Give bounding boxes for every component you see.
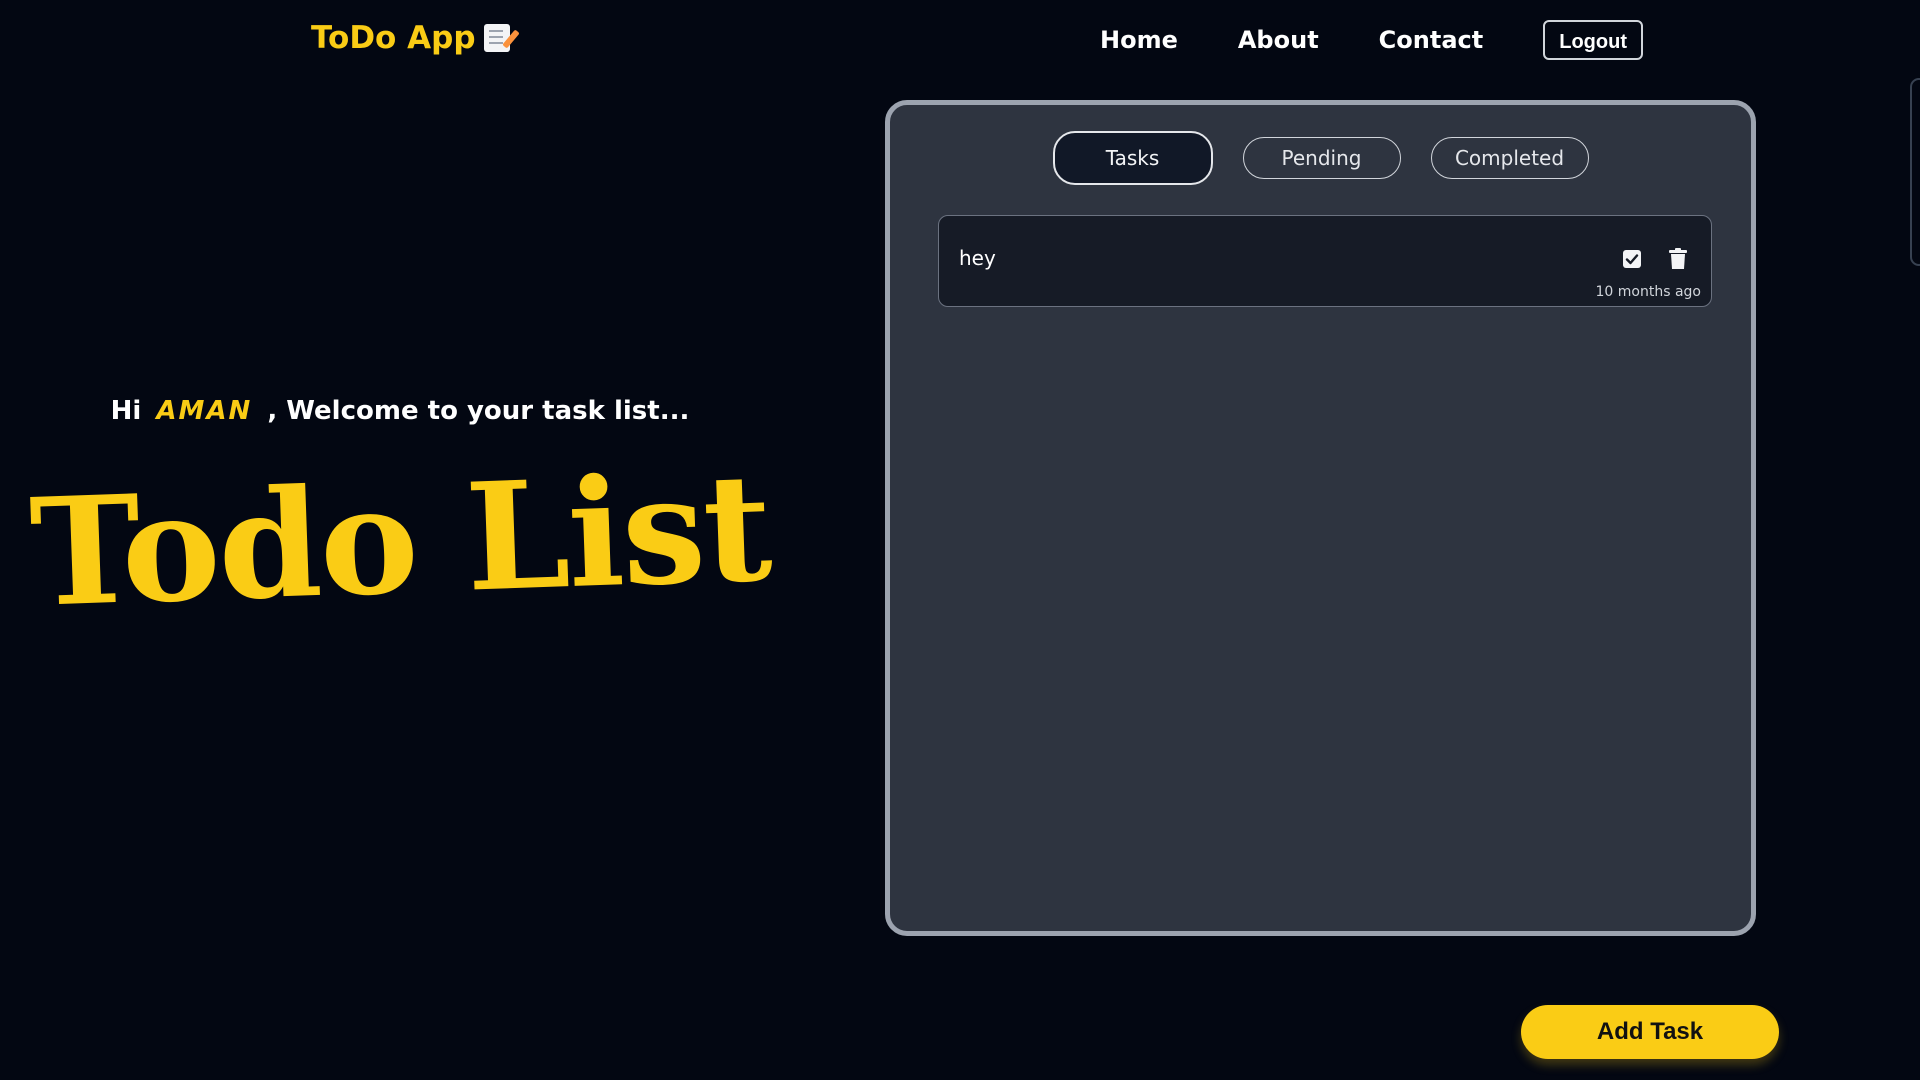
- task-actions: [1621, 248, 1689, 270]
- checkbox-icon[interactable]: [1621, 248, 1643, 270]
- trash-icon[interactable]: [1667, 248, 1689, 270]
- greeting-prefix: Hi: [110, 396, 142, 426]
- app-brand[interactable]: ToDo App: [311, 20, 510, 56]
- task-timestamp: 10 months ago: [1595, 284, 1701, 300]
- tab-completed[interactable]: Completed: [1430, 137, 1589, 179]
- task-item: hey 10 months ago: [938, 215, 1712, 307]
- greeting-suffix: , Welcome to your task list...: [267, 396, 690, 426]
- welcome-message: Hi AMAN , Welcome to your task list...: [0, 396, 800, 426]
- add-task-button[interactable]: Add Task: [1521, 1005, 1779, 1059]
- tab-tasks[interactable]: Tasks: [1052, 131, 1213, 185]
- nav-home[interactable]: Home: [1100, 20, 1178, 60]
- nav-contact[interactable]: Contact: [1379, 20, 1484, 60]
- brand-title: ToDo App: [311, 20, 476, 56]
- username: AMAN: [156, 396, 253, 426]
- tab-pending[interactable]: Pending: [1242, 137, 1401, 179]
- task-panel: Tasks Pending Completed hey 10 months ag…: [885, 100, 1756, 936]
- nav-about[interactable]: About: [1238, 20, 1319, 60]
- task-text: hey: [959, 246, 996, 270]
- memo-icon: [483, 24, 510, 52]
- scrollbar[interactable]: [1910, 78, 1920, 266]
- top-nav: Home About Contact Logout: [1100, 20, 1643, 60]
- logout-button[interactable]: Logout: [1543, 20, 1643, 60]
- page-title: Todo List: [27, 440, 773, 640]
- task-tabs: Tasks Pending Completed: [890, 131, 1751, 185]
